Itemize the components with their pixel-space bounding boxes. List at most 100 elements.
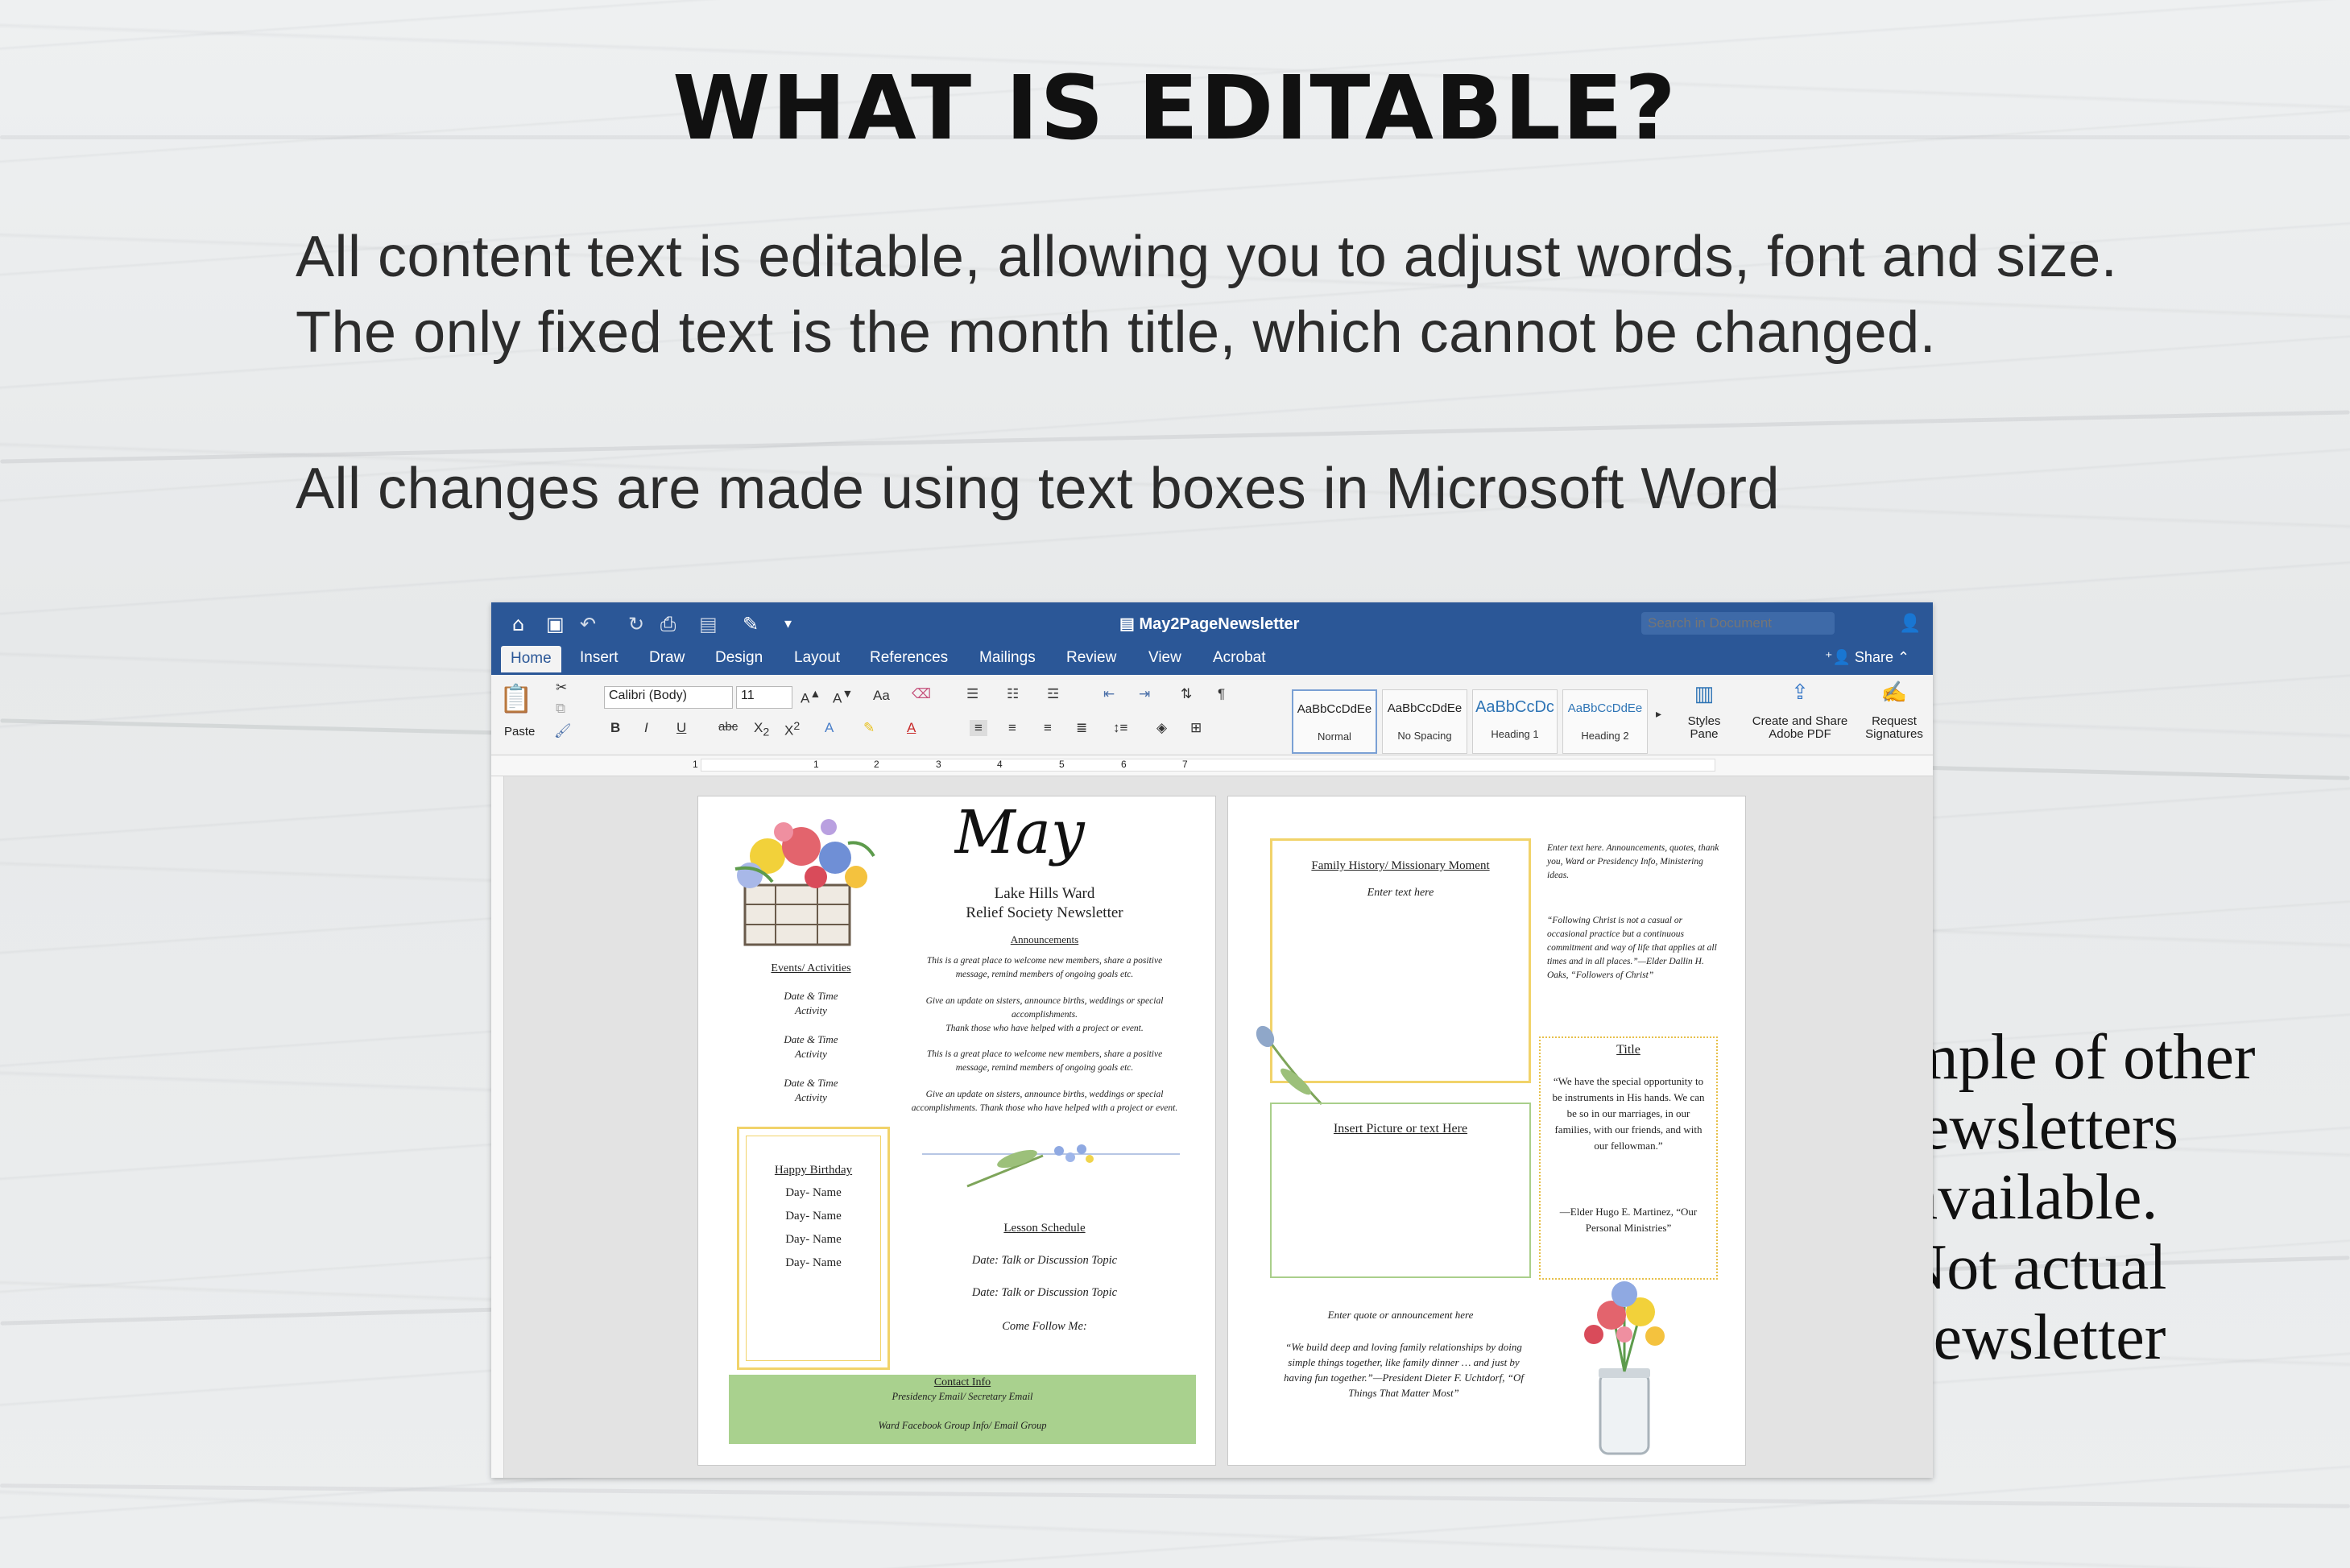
home-icon[interactable]: ⌂ <box>512 614 524 635</box>
style-normal[interactable]: AaBbCcDdEe Normal <box>1292 689 1377 754</box>
styles-more-icon[interactable]: ▸ <box>1656 707 1661 721</box>
align-right-icon[interactable]: ≡ <box>1044 720 1052 736</box>
paste-icon[interactable]: 📋 <box>496 683 536 715</box>
justify-icon[interactable]: ≣ <box>1076 720 1087 736</box>
contact-line[interactable]: Presidency Email/ Secretary Email <box>729 1391 1196 1403</box>
bold-button[interactable]: B <box>610 720 620 736</box>
oaks-quote[interactable]: “Following Christ is not a casual or occ… <box>1547 914 1724 983</box>
announcement-1[interactable]: This is a great place to welcome new mem… <box>909 954 1180 982</box>
newsletter-page-1[interactable]: May Lake Hills Ward Relief Society Newsl… <box>697 796 1216 1466</box>
redo-icon[interactable]: ↻ <box>628 614 644 635</box>
side-text[interactable]: Enter text here. Announcements, quotes, … <box>1547 842 1719 883</box>
event-date[interactable]: Date & Time <box>730 1077 892 1090</box>
birthday-entry[interactable]: Day- Name <box>737 1233 890 1247</box>
announcement-4[interactable]: This is a great place to welcome new mem… <box>909 1048 1180 1075</box>
print-icon[interactable]: ⎙ <box>660 614 676 635</box>
numbering-icon[interactable]: ☷ <box>1007 686 1019 702</box>
strikethrough-button[interactable]: abc <box>718 720 738 734</box>
shrink-font-icon[interactable]: A▼ <box>833 688 853 707</box>
horizontal-ruler[interactable]: 1 1 2 3 4 5 6 7 <box>491 755 1933 776</box>
tab-view[interactable]: View <box>1148 649 1181 667</box>
grow-font-icon[interactable]: A▲ <box>801 688 821 707</box>
quote-heading[interactable]: Enter quote or announcement here <box>1270 1309 1531 1322</box>
align-center-icon[interactable]: ≡ <box>1008 720 1016 736</box>
birthday-entry[interactable]: Day- Name <box>737 1210 890 1223</box>
show-marks-icon[interactable]: ¶ <box>1218 686 1225 702</box>
format-painter-icon[interactable]: 🖌 <box>554 723 572 739</box>
copy-icon[interactable]: ⧉ <box>556 701 565 717</box>
contact-heading[interactable]: Contact Info <box>729 1376 1196 1389</box>
birthday-entry[interactable]: Day- Name <box>737 1256 890 1270</box>
lesson-entry[interactable]: Date: Talk or Discussion Topic <box>917 1254 1172 1268</box>
quote-title[interactable]: Title <box>1539 1043 1718 1057</box>
style-heading-1[interactable]: AaBbCcDc Heading 1 <box>1472 689 1558 754</box>
customize-icon[interactable]: ▾ <box>784 614 792 635</box>
newsletter-page-2[interactable]: Family History/ Missionary Moment Enter … <box>1227 796 1746 1466</box>
decrease-indent-icon[interactable]: ⇤ <box>1103 686 1115 702</box>
contact-line[interactable]: Ward Facebook Group Info/ Email Group <box>729 1420 1196 1432</box>
newsletter-name[interactable]: Relief Society Newsletter <box>932 904 1157 922</box>
increase-indent-icon[interactable]: ⇥ <box>1139 686 1150 702</box>
superscript-button[interactable]: X2 <box>784 720 800 739</box>
lesson-entry[interactable]: Date: Talk or Discussion Topic <box>917 1286 1172 1300</box>
event-date[interactable]: Date & Time <box>730 1033 892 1046</box>
event-activity[interactable]: Activity <box>730 1048 892 1061</box>
tab-layout[interactable]: Layout <box>794 649 840 667</box>
styles-pane-icon[interactable]: ▥ <box>1682 681 1727 706</box>
event-activity[interactable]: Activity <box>730 1091 892 1104</box>
birthday-heading[interactable]: Happy Birthday <box>737 1164 890 1177</box>
font-color-icon[interactable]: A <box>907 720 916 736</box>
borders-icon[interactable]: ⊞ <box>1190 720 1202 736</box>
family-history-heading[interactable]: Family History/ Missionary Moment <box>1270 859 1531 873</box>
insert-picture-text[interactable]: Insert Picture or text Here <box>1270 1122 1531 1136</box>
announcement-5[interactable]: Give an update on sisters, announce birt… <box>909 1088 1180 1115</box>
edit-icon[interactable]: ✎ <box>743 614 759 635</box>
highlight-icon[interactable]: ✎ <box>863 720 875 736</box>
search-input[interactable] <box>1641 612 1835 635</box>
announcement-3[interactable]: Thank those who have helped with a proje… <box>909 1022 1180 1036</box>
subscript-button[interactable]: X2 <box>754 720 769 738</box>
user-icon[interactable]: 👤 <box>1899 614 1921 635</box>
italic-button[interactable]: I <box>644 720 648 736</box>
family-history-text[interactable]: Enter text here <box>1270 887 1531 900</box>
request-signatures-icon[interactable]: ✍ <box>1862 680 1926 705</box>
change-case-icon[interactable]: Aa <box>873 688 890 704</box>
announcements-heading[interactable]: Announcements <box>932 933 1157 946</box>
sort-icon[interactable]: ⇅ <box>1181 686 1192 702</box>
style-heading-2[interactable]: AaBbCcDdEe Heading 2 <box>1562 689 1648 754</box>
event-activity[interactable]: Activity <box>730 1004 892 1017</box>
vertical-ruler[interactable] <box>491 776 504 1478</box>
cut-icon[interactable]: ✂ <box>556 680 567 696</box>
undo-icon[interactable]: ↶ <box>580 614 596 635</box>
events-heading[interactable]: Events/ Activities <box>730 962 892 975</box>
multilevel-list-icon[interactable]: ☲ <box>1047 686 1059 702</box>
bullets-icon[interactable]: ☰ <box>966 686 978 702</box>
birthday-entry[interactable]: Day- Name <box>737 1186 890 1200</box>
tab-review[interactable]: Review <box>1066 649 1116 667</box>
tab-mailings[interactable]: Mailings <box>979 649 1036 667</box>
font-size-select[interactable]: 11 <box>736 686 792 709</box>
tab-draw[interactable]: Draw <box>649 649 685 667</box>
style-no-spacing[interactable]: AaBbCcDdEe No Spacing <box>1382 689 1467 754</box>
martinez-attribution[interactable]: —Elder Hugo E. Martinez, “Our Personal M… <box>1549 1204 1708 1236</box>
save-icon[interactable]: ▣ <box>546 614 565 635</box>
clear-format-icon[interactable]: ⌫ <box>912 686 931 702</box>
font-name-select[interactable]: Calibri (Body) <box>604 686 733 709</box>
tab-home[interactable]: Home <box>501 646 561 672</box>
tab-design[interactable]: Design <box>715 649 763 667</box>
text-effects-icon[interactable]: A <box>825 720 834 736</box>
lesson-entry[interactable]: Come Follow Me: <box>917 1320 1172 1334</box>
shading-icon[interactable]: ◈ <box>1156 720 1167 736</box>
ward-name[interactable]: Lake Hills Ward <box>932 885 1157 903</box>
martinez-quote[interactable]: “We have the special opportunity to be i… <box>1549 1074 1708 1154</box>
tab-insert[interactable]: Insert <box>580 649 619 667</box>
adobe-pdf-icon[interactable]: ⇪ <box>1748 680 1852 705</box>
uchtdorf-quote[interactable]: “We build deep and loving family relatio… <box>1276 1339 1531 1400</box>
clipboard-icon[interactable]: ▤ <box>699 614 718 635</box>
underline-button[interactable]: U <box>676 720 686 736</box>
align-left-icon[interactable]: ≡ <box>970 720 987 736</box>
event-date[interactable]: Date & Time <box>730 990 892 1003</box>
lesson-heading[interactable]: Lesson Schedule <box>932 1222 1157 1235</box>
share-button[interactable]: ⁺👤 Share ⌃ <box>1825 649 1909 666</box>
tab-references[interactable]: References <box>870 649 948 667</box>
